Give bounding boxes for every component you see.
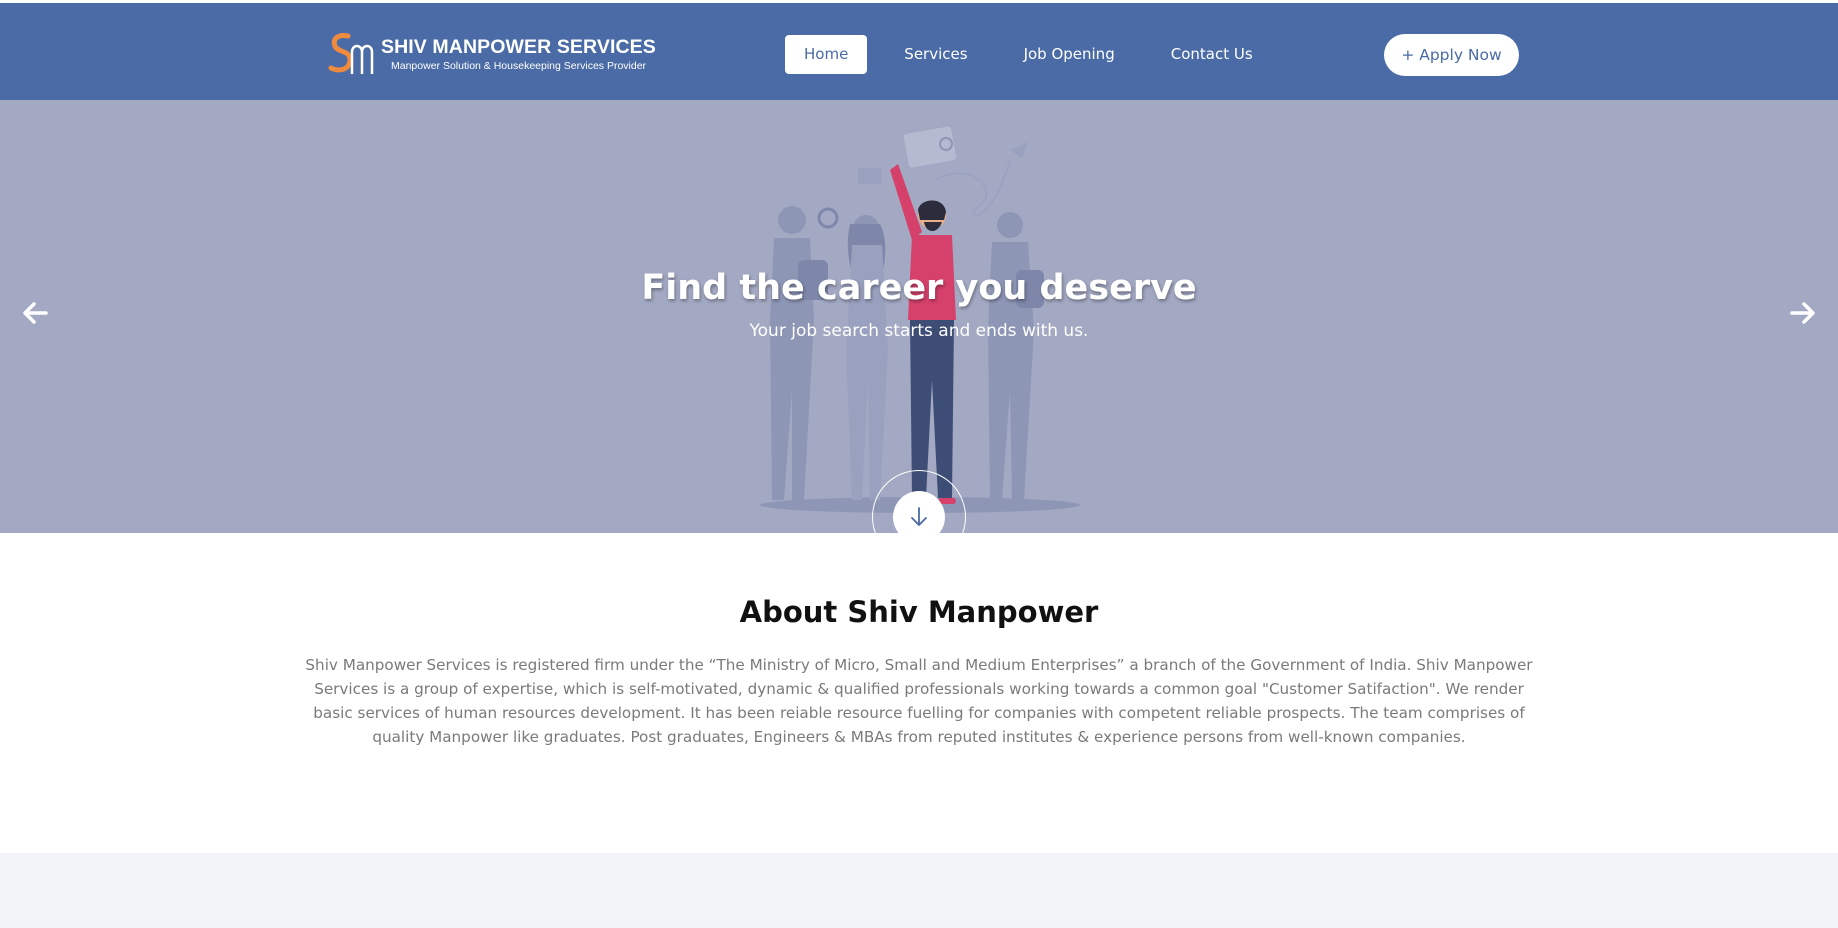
hero-carousel: Find the career you deserve Your job sea… (0, 100, 1838, 533)
hero-title: Find the career you deserve (641, 268, 1197, 308)
next-section (0, 853, 1838, 928)
about-text: Shiv Manpower Services is registered fir… (305, 656, 1533, 746)
site-header: SHIV MANPOWER SERVICES Manpower Solution… (0, 3, 1838, 100)
apply-now-button[interactable]: + Apply Now (1384, 34, 1519, 76)
carousel-next-button[interactable] (1782, 293, 1822, 333)
nav-job-opening[interactable]: Job Opening (1005, 35, 1134, 74)
brand-title: SHIV MANPOWER SERVICES (381, 36, 656, 58)
brand-logo[interactable]: SHIV MANPOWER SERVICES Manpower Solution… (328, 30, 658, 80)
arrow-left-icon (23, 302, 48, 324)
nav-contact-us[interactable]: Contact Us (1152, 35, 1272, 74)
nav-services[interactable]: Services (885, 35, 986, 74)
brand-tagline: Manpower Solution & Housekeeping Service… (391, 60, 647, 72)
people-illustration (760, 126, 1080, 513)
about-title: About Shiv Manpower (739, 595, 1099, 629)
hero-subtitle: Your job search starts and ends with us. (749, 321, 1089, 341)
arrow-right-icon (1790, 302, 1815, 324)
about-section: About Shiv Manpower Shiv Manpower Servic… (0, 533, 1838, 853)
logo-mark-icon (328, 33, 374, 74)
arrow-down-icon (911, 507, 927, 526)
nav-home[interactable]: Home (785, 35, 868, 74)
carousel-prev-button[interactable] (16, 293, 56, 333)
main-nav: Home Services Job Opening Contact Us (785, 35, 1290, 74)
